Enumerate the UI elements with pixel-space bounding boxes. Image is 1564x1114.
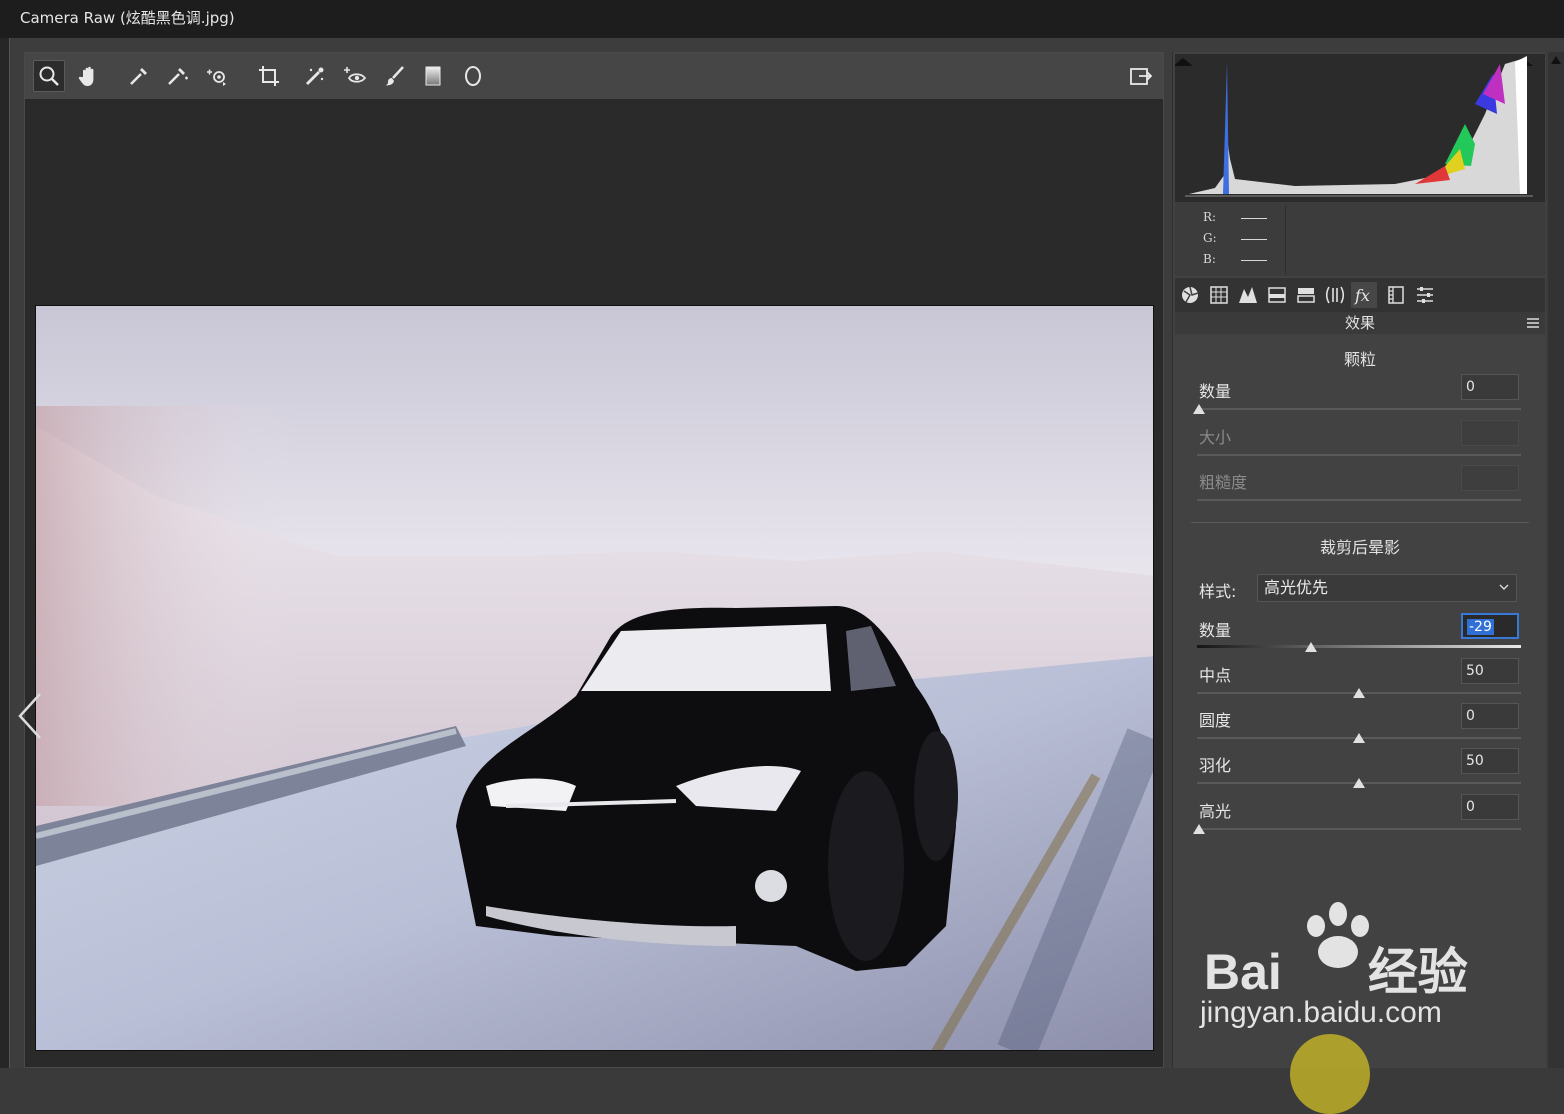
right-scrollbar[interactable] (1548, 52, 1564, 1068)
rgb-readout: R: G: B: (1175, 202, 1545, 276)
vignette-highlights-label: 高光 (1199, 802, 1232, 821)
toolbar (25, 53, 1163, 99)
vignette-amount-field[interactable]: -29 (1461, 613, 1519, 639)
svg-text:fx: fx (1354, 286, 1370, 305)
vignette-amount-label: 数量 (1199, 621, 1232, 640)
spot-removal-icon[interactable] (299, 60, 331, 92)
vignette-style-value: 高光优先 (1264, 578, 1329, 597)
camera-calibration-icon[interactable] (1383, 282, 1409, 308)
detail-icon[interactable] (1235, 282, 1261, 308)
scroll-up-icon[interactable] (1548, 52, 1564, 68)
zoom-icon[interactable] (33, 60, 65, 92)
open-preferences-icon[interactable] (1125, 60, 1157, 92)
crop-icon[interactable] (253, 60, 285, 92)
b-readout: B: (1203, 252, 1267, 266)
basic-icon[interactable] (1177, 282, 1203, 308)
vignette-amount-value: -29 (1467, 619, 1494, 635)
vignette-roundness-thumb[interactable] (1353, 733, 1365, 743)
rgb-divider (1285, 206, 1286, 274)
color-sampler-icon[interactable] (161, 60, 193, 92)
cursor-indicator (1290, 1034, 1370, 1114)
tone-curve-icon[interactable] (1206, 282, 1232, 308)
grain-size-track (1197, 454, 1521, 456)
hand-icon[interactable] (73, 60, 105, 92)
grain-amount-field[interactable]: 0 (1461, 374, 1519, 400)
vignette-feather-field[interactable]: 50 (1461, 748, 1519, 774)
r-readout: R: (1203, 210, 1267, 224)
grain-roughness-track (1197, 499, 1521, 501)
vignette-feather-thumb[interactable] (1353, 778, 1365, 788)
vignette-roundness-label: 圆度 (1199, 711, 1232, 730)
graduated-filter-icon[interactable] (417, 60, 449, 92)
preview-area (24, 52, 1164, 1068)
vignette-section-title: 裁剪后晕影 (1319, 538, 1400, 557)
grain-amount-track[interactable] (1197, 408, 1521, 410)
vignette-style-select[interactable]: 高光优先 (1257, 574, 1517, 602)
grain-size-field (1461, 420, 1519, 446)
g-readout: G: (1203, 231, 1267, 245)
effects-icon[interactable]: fx (1351, 282, 1377, 308)
radial-filter-icon[interactable] (457, 60, 489, 92)
vignette-midpoint-label: 中点 (1199, 666, 1232, 685)
panel-header: 效果 (1175, 312, 1545, 334)
presets-icon[interactable] (1412, 282, 1438, 308)
lens-corrections-icon[interactable] (1322, 282, 1348, 308)
panel-menu-icon[interactable] (1527, 318, 1539, 328)
grain-amount-label: 数量 (1199, 382, 1232, 401)
window-title: Camera Raw (炫酷黑色调.jpg) (0, 0, 1564, 38)
vignette-amount-track[interactable] (1197, 645, 1521, 648)
section-divider (1191, 522, 1529, 523)
red-eye-icon[interactable] (339, 60, 371, 92)
targeted-adjustment-icon[interactable] (201, 60, 233, 92)
adjustment-brush-icon[interactable] (379, 60, 411, 92)
watermark-text-brand: Bai 经验 (1204, 944, 1468, 1000)
histogram (1173, 54, 1545, 202)
watermark-text-url: jingyan.baidu.com (1200, 996, 1442, 1029)
grain-amount-thumb[interactable] (1193, 404, 1205, 414)
vignette-midpoint-thumb[interactable] (1353, 688, 1365, 698)
vignette-midpoint-field[interactable]: 50 (1461, 658, 1519, 684)
vignette-highlights-thumb[interactable] (1193, 824, 1205, 834)
white-balance-icon[interactable] (123, 60, 155, 92)
previous-image-arrow[interactable] (14, 690, 48, 750)
left-edge-strip (0, 38, 9, 1068)
hsl-icon[interactable] (1264, 282, 1290, 308)
preview-image[interactable] (35, 305, 1154, 1051)
vignette-highlights-field[interactable]: 0 (1461, 794, 1519, 820)
vignette-feather-label: 羽化 (1199, 756, 1232, 775)
vignette-style-label: 样式: (1199, 582, 1237, 601)
split-toning-icon[interactable] (1293, 282, 1319, 308)
grain-roughness-label: 粗糙度 (1199, 473, 1248, 492)
grain-roughness-field (1461, 465, 1519, 491)
watermark-logo: Bai 经验 jingyan.baidu.com (1196, 900, 1496, 1040)
panel-tabs: fx (1175, 278, 1545, 312)
panel-title: 效果 (1344, 314, 1375, 332)
grain-size-label: 大小 (1199, 428, 1232, 447)
vignette-roundness-field[interactable]: 0 (1461, 703, 1519, 729)
chevron-down-icon (1499, 584, 1509, 590)
vignette-amount-thumb[interactable] (1305, 642, 1317, 652)
grain-section-title: 颗粒 (1343, 350, 1376, 369)
vignette-highlights-track[interactable] (1197, 828, 1521, 830)
